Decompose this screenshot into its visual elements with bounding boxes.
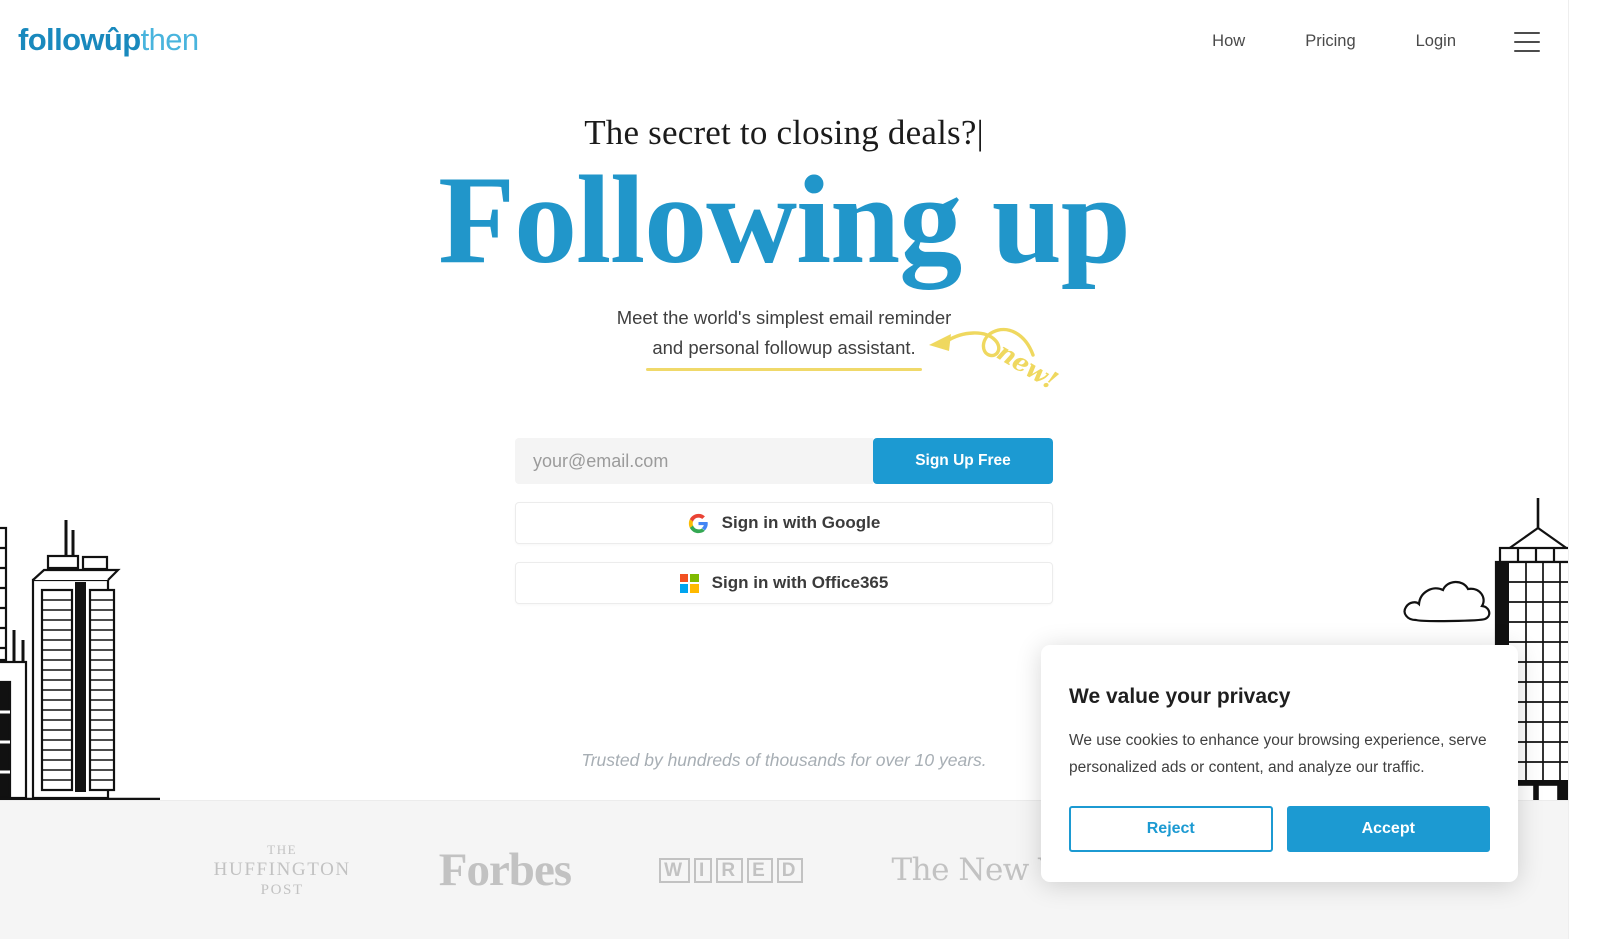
wired-letter-d: D — [776, 857, 804, 883]
hero-typed-text: The secret to closing deals? — [584, 113, 977, 152]
logo-text-light: then — [140, 22, 200, 57]
cookie-banner-title: We value your privacy — [1069, 685, 1291, 708]
main-navigation: How Pricing Login — [1182, 28, 1540, 55]
browser-viewport: followûpthen How Pricing Login The secre… — [0, 0, 1568, 939]
email-input[interactable] — [515, 438, 873, 484]
press-logo-wired: W I R E D — [659, 857, 804, 883]
huffpost-line2: HUFFINGTON — [213, 859, 351, 880]
typing-caret: | — [976, 113, 984, 152]
reject-cookies-button[interactable]: Reject — [1069, 806, 1273, 852]
sign-in-with-google-button[interactable]: Sign in with Google — [515, 502, 1053, 544]
hero-subtitle-line1: Meet the world's simplest email reminder — [616, 307, 952, 328]
cookie-consent-banner: We value your privacy We use cookies to … — [1041, 645, 1518, 882]
nav-link-login[interactable]: Login — [1386, 28, 1486, 55]
huffpost-line1: THE — [267, 842, 298, 857]
wired-letter-i: I — [694, 857, 713, 883]
nav-link-pricing[interactable]: Pricing — [1275, 28, 1385, 55]
sign-in-with-office365-button[interactable]: Sign in with Office365 — [515, 562, 1053, 604]
huffpost-line3: POST — [260, 882, 304, 898]
page-title: Following up — [438, 151, 1131, 290]
wired-letter-e: E — [747, 857, 773, 883]
wired-letter-r: R — [716, 857, 744, 883]
page-root: followûpthen How Pricing Login The secre… — [0, 0, 1600, 939]
cookie-banner-actions: Reject Accept — [1069, 806, 1490, 852]
accept-cookies-button[interactable]: Accept — [1286, 806, 1490, 852]
nav-link-how[interactable]: How — [1182, 28, 1275, 55]
hamburger-menu-icon[interactable] — [1514, 31, 1540, 52]
microsoft-icon — [679, 573, 699, 593]
press-logo-huffington-post: THE HUFFINGTON POST — [214, 840, 351, 900]
google-icon — [688, 513, 708, 533]
hero-typed-headline: The secret to closing deals?| — [0, 113, 1568, 153]
cookie-banner-body: We use cookies to enhance your browsing … — [1069, 732, 1487, 776]
email-signup-row: Sign Up Free — [515, 438, 1053, 484]
wired-letter-w: W — [659, 857, 691, 883]
google-button-label: Sign in with Google — [721, 513, 881, 532]
site-header: followûpthen How Pricing Login — [0, 0, 1568, 84]
sign-up-free-button[interactable]: Sign Up Free — [873, 438, 1053, 484]
hero-subtitle: Meet the world's simplest email reminder… — [0, 303, 1568, 371]
office365-button-label: Sign in with Office365 — [711, 573, 889, 592]
page-scrollbar[interactable] — [1568, 0, 1600, 939]
hero-subtitle-line2: and personal followup assistant. — [646, 333, 922, 371]
logo[interactable]: followûpthen — [18, 22, 199, 58]
scrollbar-thumb[interactable] — [1578, 2, 1592, 302]
logo-text-bold: followûp — [18, 22, 141, 57]
signup-form: Sign Up Free Sign in with Google — [515, 438, 1053, 604]
press-logo-forbes: Forbes — [438, 844, 572, 896]
